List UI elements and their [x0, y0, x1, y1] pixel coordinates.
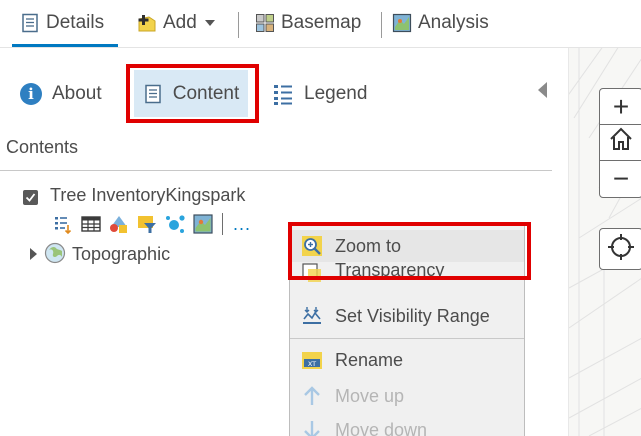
- menu-item-zoom-to[interactable]: Zoom to: [290, 230, 524, 262]
- zoom-to-icon: [301, 235, 323, 257]
- checkmark-icon: [25, 193, 36, 202]
- more-options-button[interactable]: ...: [233, 215, 251, 233]
- home-icon: [608, 126, 634, 159]
- active-tab-underline: [12, 44, 118, 47]
- menu-item-label: Rename: [335, 349, 404, 370]
- home-button[interactable]: [600, 125, 641, 161]
- content-icon: [143, 84, 163, 104]
- layer-name[interactable]: Topographic: [72, 244, 170, 265]
- menu-item-transparency[interactable]: Transparency: [290, 262, 524, 286]
- locate-button[interactable]: [599, 228, 641, 270]
- basemap-label: Basemap: [281, 12, 362, 33]
- details-icon: [20, 13, 40, 33]
- menu-item-set-visibility-range[interactable]: Set Visibility Range: [290, 300, 524, 332]
- add-button[interactable]: Add: [137, 8, 215, 38]
- table-icon[interactable]: [80, 213, 102, 235]
- top-toolbar: Details Add Basemap Analysis: [0, 0, 641, 48]
- layer-name[interactable]: Tree InventoryKingspark: [50, 185, 245, 206]
- basemap-button[interactable]: Basemap: [255, 8, 361, 38]
- toolbar-divider: [381, 12, 382, 38]
- analysis-icon: [392, 13, 412, 33]
- divider: [0, 170, 552, 171]
- tab-legend[interactable]: Legend: [274, 80, 367, 108]
- tab-content[interactable]: Content: [134, 70, 248, 117]
- collapse-panel-icon[interactable]: [538, 82, 547, 98]
- arrow-up-icon: [301, 385, 323, 407]
- map-zoom-controls: + −: [599, 88, 641, 198]
- toolbar-divider: [222, 213, 223, 235]
- add-label: Add: [163, 12, 197, 33]
- visibility-range-icon: [301, 305, 323, 327]
- zoom-out-button[interactable]: −: [600, 161, 641, 197]
- chevron-down-icon: [204, 20, 215, 26]
- legend-icon: [274, 83, 292, 105]
- zoom-in-button[interactable]: +: [600, 89, 641, 125]
- add-icon: [137, 13, 157, 33]
- layer-visibility-checkbox[interactable]: [23, 190, 38, 205]
- svg-text:XT: XT: [308, 360, 316, 368]
- expand-arrow-icon[interactable]: [30, 248, 37, 260]
- menu-item-label: Zoom to: [335, 235, 402, 256]
- menu-item-label: Move down: [335, 419, 428, 436]
- menu-item-move-up[interactable]: Move up: [290, 380, 524, 412]
- layer-context-menu: Zoom to Transparency Set Visibility Rang…: [289, 224, 525, 436]
- perform-analysis-icon[interactable]: [192, 213, 214, 235]
- tab-about[interactable]: i About: [20, 80, 102, 108]
- filter-icon[interactable]: [136, 213, 158, 235]
- menu-divider: [290, 338, 524, 339]
- analysis-label: Analysis: [418, 12, 489, 33]
- analysis-button[interactable]: Analysis: [392, 8, 489, 38]
- rename-icon: XT: [301, 349, 323, 371]
- menu-item-label: Set Visibility Range: [335, 305, 490, 326]
- change-style-icon[interactable]: [108, 213, 130, 235]
- layer-toolbar: ...: [52, 212, 251, 236]
- transparency-icon: [301, 262, 323, 284]
- tab-about-label: About: [52, 83, 102, 104]
- details-button[interactable]: Details: [20, 8, 104, 38]
- tab-legend-label: Legend: [304, 83, 368, 104]
- contents-heading: Contents: [6, 137, 79, 157]
- tab-content-label: Content: [172, 82, 240, 104]
- globe-icon: [44, 242, 66, 264]
- locate-icon: [607, 233, 635, 266]
- cluster-icon[interactable]: [164, 213, 186, 235]
- toolbar-divider: [238, 12, 239, 38]
- menu-item-label: Transparency: [335, 262, 445, 280]
- menu-item-move-down[interactable]: Move down: [290, 414, 524, 436]
- menu-item-rename[interactable]: XT Rename: [290, 344, 524, 376]
- show-legend-icon[interactable]: [52, 213, 74, 235]
- info-icon: i: [20, 83, 42, 105]
- minus-icon: −: [612, 163, 630, 194]
- plus-icon: +: [612, 90, 630, 122]
- basemap-icon: [255, 13, 275, 33]
- menu-item-label: Move up: [335, 385, 405, 406]
- arrow-down-icon: [301, 419, 323, 436]
- details-label: Details: [46, 12, 105, 33]
